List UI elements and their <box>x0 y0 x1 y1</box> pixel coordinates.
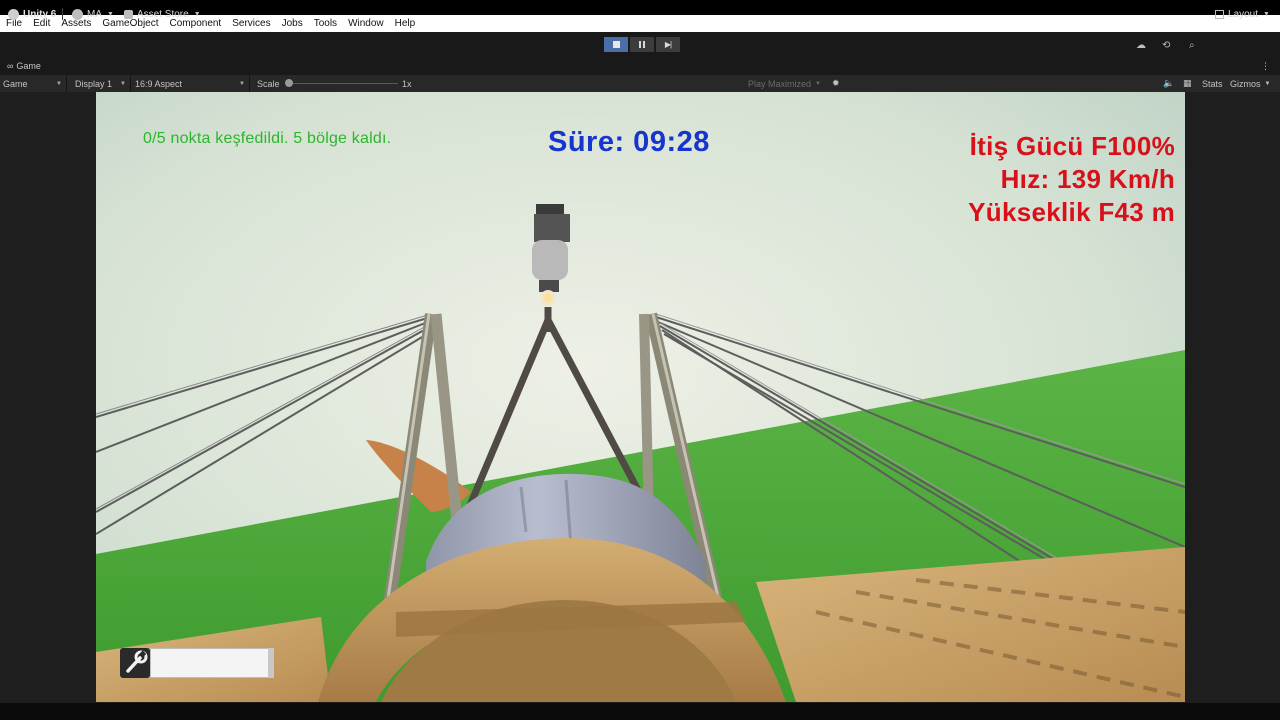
scale-label: Scale <box>257 78 280 89</box>
aspect-label: 16:9 Aspect <box>135 78 183 89</box>
chevron-down-icon: ▼ <box>107 10 114 18</box>
game-viewport[interactable]: 0/5 nokta keşfedildi. 5 bölge kaldı. Sür… <box>96 92 1185 702</box>
tab-game-label: Game <box>16 61 41 71</box>
layout-icon <box>1215 9 1224 19</box>
asset-store-dropdown[interactable]: Asset Store ▼ <box>124 6 201 22</box>
menu-item-jobs[interactable]: Jobs <box>282 15 303 32</box>
chevron-down-icon: ▼ <box>56 80 62 87</box>
display-dropdown[interactable]: Display 1 ▼ <box>75 75 131 92</box>
timer: Süre: 09:28 <box>548 126 710 158</box>
toolbar-separator <box>62 8 63 20</box>
wrench-icon <box>120 648 150 678</box>
play-mode-dropdown[interactable]: Play Maximized ▼ <box>748 75 821 92</box>
step-icon: ▶| <box>664 40 672 49</box>
speed-readout: Hız: 139 Km/h <box>1000 164 1175 194</box>
speaker-icon[interactable]: 🔈 <box>1163 75 1174 92</box>
scale-slider-track[interactable] <box>290 83 398 84</box>
cloud-icon[interactable]: ☁ <box>1136 40 1146 51</box>
menu-item-tools[interactable]: Tools <box>314 15 337 32</box>
chevron-down-icon: ▼ <box>1263 10 1270 18</box>
unity-version-label: Unity 6 <box>23 8 57 20</box>
gizmos-dropdown[interactable]: Gizmos ▼ <box>1230 75 1270 92</box>
chevron-down-icon: ▼ <box>193 10 201 18</box>
display-label: Display 1 <box>75 78 113 89</box>
layout-label: Layout <box>1228 8 1259 20</box>
pause-button[interactable] <box>630 37 654 52</box>
history-icon[interactable]: ⟲ <box>1162 40 1170 51</box>
scale-value: 1x <box>402 78 412 89</box>
asset-store-icon <box>124 9 133 19</box>
chevron-down-icon: ▼ <box>120 80 126 87</box>
play-stop-button[interactable] <box>604 37 628 52</box>
account-icon <box>72 8 83 20</box>
game-tab-bar <box>0 60 1280 75</box>
scale-slider-handle[interactable] <box>285 79 293 87</box>
account-label: MA <box>87 8 102 20</box>
pause-icon <box>639 41 645 48</box>
unity-logo-icon <box>8 8 19 20</box>
aspect-dropdown[interactable]: 16:9 Aspect ▼ <box>135 75 250 92</box>
chevron-down-icon: ▼ <box>1264 80 1271 87</box>
discovered-status: 0/5 nokta keşfedildi. 5 bölge kaldı. <box>143 130 392 147</box>
menu-item-services[interactable]: Services <box>232 15 270 32</box>
chevron-down-icon: ▼ <box>815 80 821 87</box>
thrust-readout: İtiş Gücü F100% <box>969 131 1175 161</box>
play-mode-label: Play Maximized <box>748 78 812 89</box>
layout-dropdown[interactable]: Layout ▼ <box>1215 6 1270 22</box>
altitude-readout: Yükseklik F43 m <box>968 197 1175 227</box>
step-button[interactable]: ▶| <box>656 37 680 52</box>
unity-version-button[interactable]: Unity 6 <box>8 6 56 22</box>
gamepad-icon: ∞ <box>7 61 14 71</box>
bug-icon[interactable]: ✹ <box>832 75 840 92</box>
view-mode-dropdown[interactable]: Game ▼ <box>3 75 67 92</box>
view-mode-label: Game <box>3 78 28 89</box>
chevron-down-icon: ▼ <box>239 80 245 87</box>
flight-stats: İtiş Gücü F100% Hız: 139 Km/h Yükseklik … <box>968 130 1175 229</box>
tab-game[interactable]: ∞ Game <box>7 61 41 71</box>
letterbox-bottom <box>0 703 1280 720</box>
stop-icon <box>612 41 620 48</box>
gizmos-label: Gizmos <box>1230 78 1261 89</box>
repair-progress-end <box>268 648 274 678</box>
stats-button[interactable]: Stats <box>1202 75 1223 92</box>
more-options-icon[interactable]: ⋮ <box>1261 61 1270 72</box>
repair-progress-bar <box>150 648 274 678</box>
search-icon[interactable]: ⌕ <box>1189 40 1195 51</box>
grid-icon[interactable]: ▦ <box>1183 75 1192 92</box>
menu-item-window[interactable]: Window <box>348 15 384 32</box>
menu-item-help[interactable]: Help <box>395 15 416 32</box>
account-dropdown[interactable]: MA ▼ <box>72 6 114 22</box>
asset-store-label: Asset Store <box>137 8 189 20</box>
